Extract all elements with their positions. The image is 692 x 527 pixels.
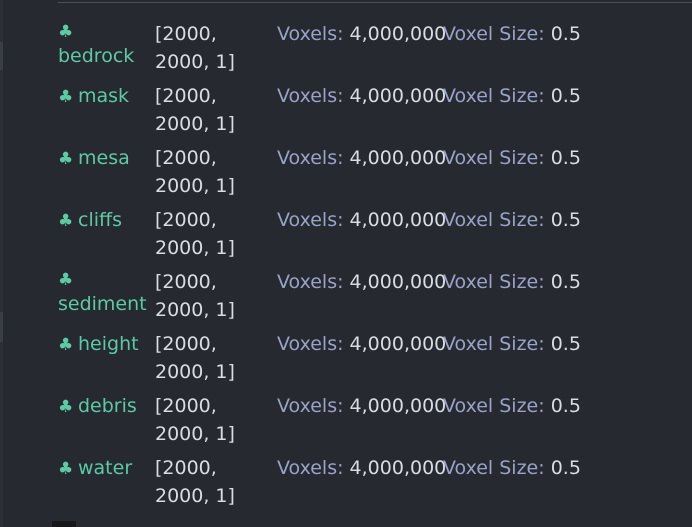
voxels-metric: Voxels: 4,000,000 <box>277 82 446 110</box>
next-cell-marker <box>52 521 76 527</box>
voxel-size-metric: Voxel Size: 0.5 <box>443 144 581 172</box>
voxel-size-value: 0.5 <box>550 457 581 479</box>
voxel-size-value: 0.5 <box>550 209 581 231</box>
layer-shape: [2000, 2000, 1] <box>155 271 235 321</box>
layer-link-sediment[interactable]: ♣ sediment <box>58 268 154 318</box>
layer-row: ♣ sediment [2000, 2000, 1] Voxels: 4,000… <box>58 268 598 330</box>
layer-link-mask[interactable]: ♣ mask <box>58 82 154 111</box>
voxels-label: Voxels: <box>277 147 344 169</box>
layer-shape: [2000, 2000, 1] <box>155 395 235 445</box>
layer-row: ♣ debris [2000, 2000, 1] Voxels: 4,000,00… <box>58 392 598 454</box>
layer-link-height[interactable]: ♣ height <box>58 330 154 359</box>
voxels-label: Voxels: <box>277 333 344 355</box>
layer-row: ♣ mask [2000, 2000, 1] Voxels: 4,000,000 … <box>58 82 598 144</box>
clover-icon: ♣ <box>58 459 74 479</box>
voxel-size-metric: Voxel Size: 0.5 <box>443 330 581 358</box>
voxels-value: 4,000,000 <box>349 271 447 293</box>
voxel-size-value: 0.5 <box>550 333 581 355</box>
voxels-label: Voxels: <box>277 395 344 417</box>
layer-list: ♣ bedrock [2000, 2000, 1] Voxels: 4,000,… <box>58 20 598 516</box>
layer-info-panel: ♣ bedrock [2000, 2000, 1] Voxels: 4,000,… <box>0 0 692 527</box>
voxels-metric: Voxels: 4,000,000 <box>277 330 446 358</box>
voxel-size-metric: Voxel Size: 0.5 <box>443 454 581 482</box>
gutter-mark <box>0 312 3 342</box>
voxel-size-label: Voxel Size: <box>443 395 545 417</box>
voxels-label: Voxels: <box>277 271 344 293</box>
top-divider <box>58 2 692 3</box>
layer-name-label: sediment <box>58 293 147 315</box>
voxel-size-value: 0.5 <box>550 395 581 417</box>
clover-icon: ♣ <box>58 149 74 169</box>
layer-name-label: mesa <box>78 147 130 169</box>
layer-link-bedrock[interactable]: ♣ bedrock <box>58 20 154 70</box>
layer-name-label: debris <box>78 395 137 417</box>
layer-link-water[interactable]: ♣ water <box>58 454 154 483</box>
voxels-value: 4,000,000 <box>349 85 447 107</box>
clover-icon: ♣ <box>58 397 74 417</box>
layer-row: ♣ mesa [2000, 2000, 1] Voxels: 4,000,000 … <box>58 144 598 206</box>
voxels-label: Voxels: <box>277 209 344 231</box>
voxels-metric: Voxels: 4,000,000 <box>277 268 446 296</box>
voxels-label: Voxels: <box>277 457 344 479</box>
voxels-value: 4,000,000 <box>349 457 447 479</box>
voxel-size-metric: Voxel Size: 0.5 <box>443 268 581 296</box>
voxel-size-value: 0.5 <box>550 147 581 169</box>
layer-link-cliffs[interactable]: ♣ cliffs <box>58 206 154 235</box>
voxels-metric: Voxels: 4,000,000 <box>277 20 446 48</box>
voxels-value: 4,000,000 <box>349 209 447 231</box>
voxel-size-metric: Voxel Size: 0.5 <box>443 82 581 110</box>
voxel-size-value: 0.5 <box>550 85 581 107</box>
voxel-size-value: 0.5 <box>550 271 581 293</box>
voxel-size-value: 0.5 <box>550 23 581 45</box>
layer-shape: [2000, 2000, 1] <box>155 23 235 73</box>
voxel-size-metric: Voxel Size: 0.5 <box>443 20 581 48</box>
voxels-metric: Voxels: 4,000,000 <box>277 144 446 172</box>
gutter-mark <box>0 42 3 70</box>
voxels-value: 4,000,000 <box>349 333 447 355</box>
layer-shape: [2000, 2000, 1] <box>155 333 235 383</box>
layer-row: ♣ water [2000, 2000, 1] Voxels: 4,000,000… <box>58 454 598 516</box>
voxel-size-metric: Voxel Size: 0.5 <box>443 392 581 420</box>
layer-row: ♣ bedrock [2000, 2000, 1] Voxels: 4,000,… <box>58 20 598 82</box>
layer-name-label: water <box>78 457 133 479</box>
voxels-label: Voxels: <box>277 85 344 107</box>
layer-name-label: height <box>78 333 139 355</box>
layer-shape: [2000, 2000, 1] <box>155 457 235 507</box>
layer-shape: [2000, 2000, 1] <box>155 209 235 259</box>
clover-icon: ♣ <box>58 335 74 355</box>
next-cell-partial-text <box>84 520 384 527</box>
layer-link-debris[interactable]: ♣ debris <box>58 392 154 421</box>
layer-name-label: mask <box>78 85 130 107</box>
voxel-size-label: Voxel Size: <box>443 209 545 231</box>
voxel-size-label: Voxel Size: <box>443 85 545 107</box>
left-gutter <box>0 0 3 527</box>
clover-icon: ♣ <box>58 211 74 231</box>
voxels-value: 4,000,000 <box>349 395 447 417</box>
layer-name-label: bedrock <box>58 45 135 67</box>
layer-name-label: cliffs <box>78 209 122 231</box>
voxels-label: Voxels: <box>277 23 344 45</box>
voxels-metric: Voxels: 4,000,000 <box>277 392 446 420</box>
voxels-value: 4,000,000 <box>349 23 447 45</box>
voxel-size-label: Voxel Size: <box>443 457 545 479</box>
layer-shape: [2000, 2000, 1] <box>155 85 235 135</box>
layer-link-mesa[interactable]: ♣ mesa <box>58 144 154 173</box>
voxels-value: 4,000,000 <box>349 147 447 169</box>
voxel-size-metric: Voxel Size: 0.5 <box>443 206 581 234</box>
voxel-size-label: Voxel Size: <box>443 147 545 169</box>
layer-row: ♣ cliffs [2000, 2000, 1] Voxels: 4,000,00… <box>58 206 598 268</box>
voxel-size-label: Voxel Size: <box>443 23 545 45</box>
voxel-size-label: Voxel Size: <box>443 271 545 293</box>
layer-shape: [2000, 2000, 1] <box>155 147 235 197</box>
voxels-metric: Voxels: 4,000,000 <box>277 206 446 234</box>
layer-row: ♣ height [2000, 2000, 1] Voxels: 4,000,00… <box>58 330 598 392</box>
clover-icon: ♣ <box>58 87 74 107</box>
voxel-size-label: Voxel Size: <box>443 333 545 355</box>
voxels-metric: Voxels: 4,000,000 <box>277 454 446 482</box>
